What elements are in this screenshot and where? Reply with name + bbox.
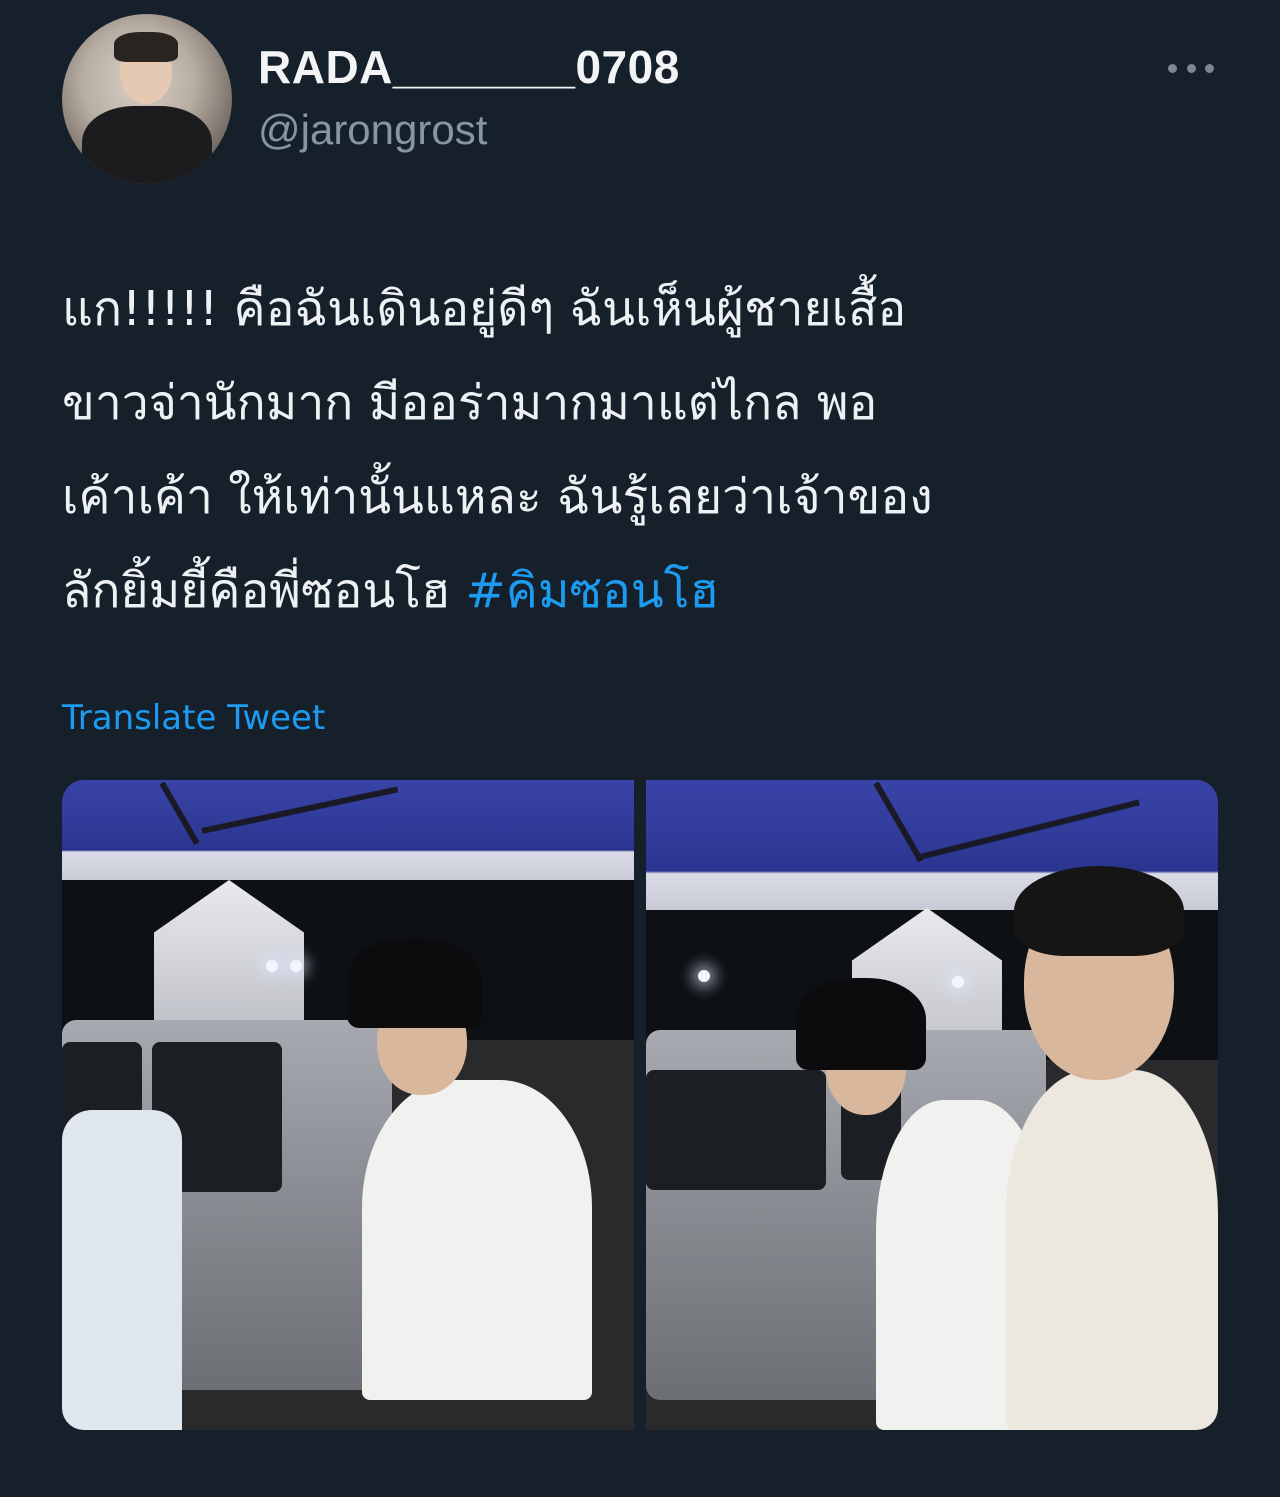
tweet-photo-1[interactable]: [62, 780, 634, 1430]
more-horizontal-icon[interactable]: [1168, 60, 1214, 76]
avatar-figure-body: [82, 106, 212, 184]
more-dot: [1186, 63, 1196, 73]
author-handle[interactable]: @jarongrost: [258, 106, 487, 154]
tweet-text-line: ขาวจ่านักมาก มีออร่ามากมาแต่ไกล พอ: [62, 375, 878, 431]
truck-window: [646, 1070, 826, 1190]
more-dot: [1205, 63, 1214, 73]
bucket-hat: [347, 938, 482, 1028]
person-white-shirt: [362, 1080, 592, 1400]
street-lamp: [266, 960, 278, 972]
author-display-name[interactable]: RADA_______0708: [258, 40, 680, 94]
tweet-photo-2[interactable]: [646, 780, 1218, 1430]
hashtag-link[interactable]: #คิมซอนโฮ: [466, 563, 719, 619]
street-lamp: [290, 960, 302, 972]
street-lamp: [698, 970, 710, 982]
more-dot: [1168, 63, 1177, 73]
tweet-text-line: ลักยิ้มยี้คือพี่ซอนโฮ: [62, 563, 466, 619]
author-avatar[interactable]: [62, 14, 232, 184]
avatar-figure-hair: [114, 32, 178, 62]
tweet-text: แก!!!!! คือฉันเดินอยู่ดีๆ ฉันเห็นผู้ชายเ…: [62, 262, 1222, 638]
person-cream-shirt: [1006, 1070, 1218, 1430]
bystander: [62, 1110, 182, 1430]
tweet-text-line: แก!!!!! คือฉันเดินอยู่ดีๆ ฉันเห็นผู้ชายเ…: [62, 281, 907, 337]
bucket-hat: [796, 978, 926, 1070]
translate-tweet-link[interactable]: Translate Tweet: [62, 698, 325, 738]
street-lamp: [952, 976, 964, 988]
canopy: [62, 780, 634, 880]
dark-hair: [1014, 866, 1184, 956]
tweet-text-line: เค้าเค้า ให้เท่านั้นแหละ ฉันรู้เลยว่าเจ้…: [62, 469, 933, 525]
